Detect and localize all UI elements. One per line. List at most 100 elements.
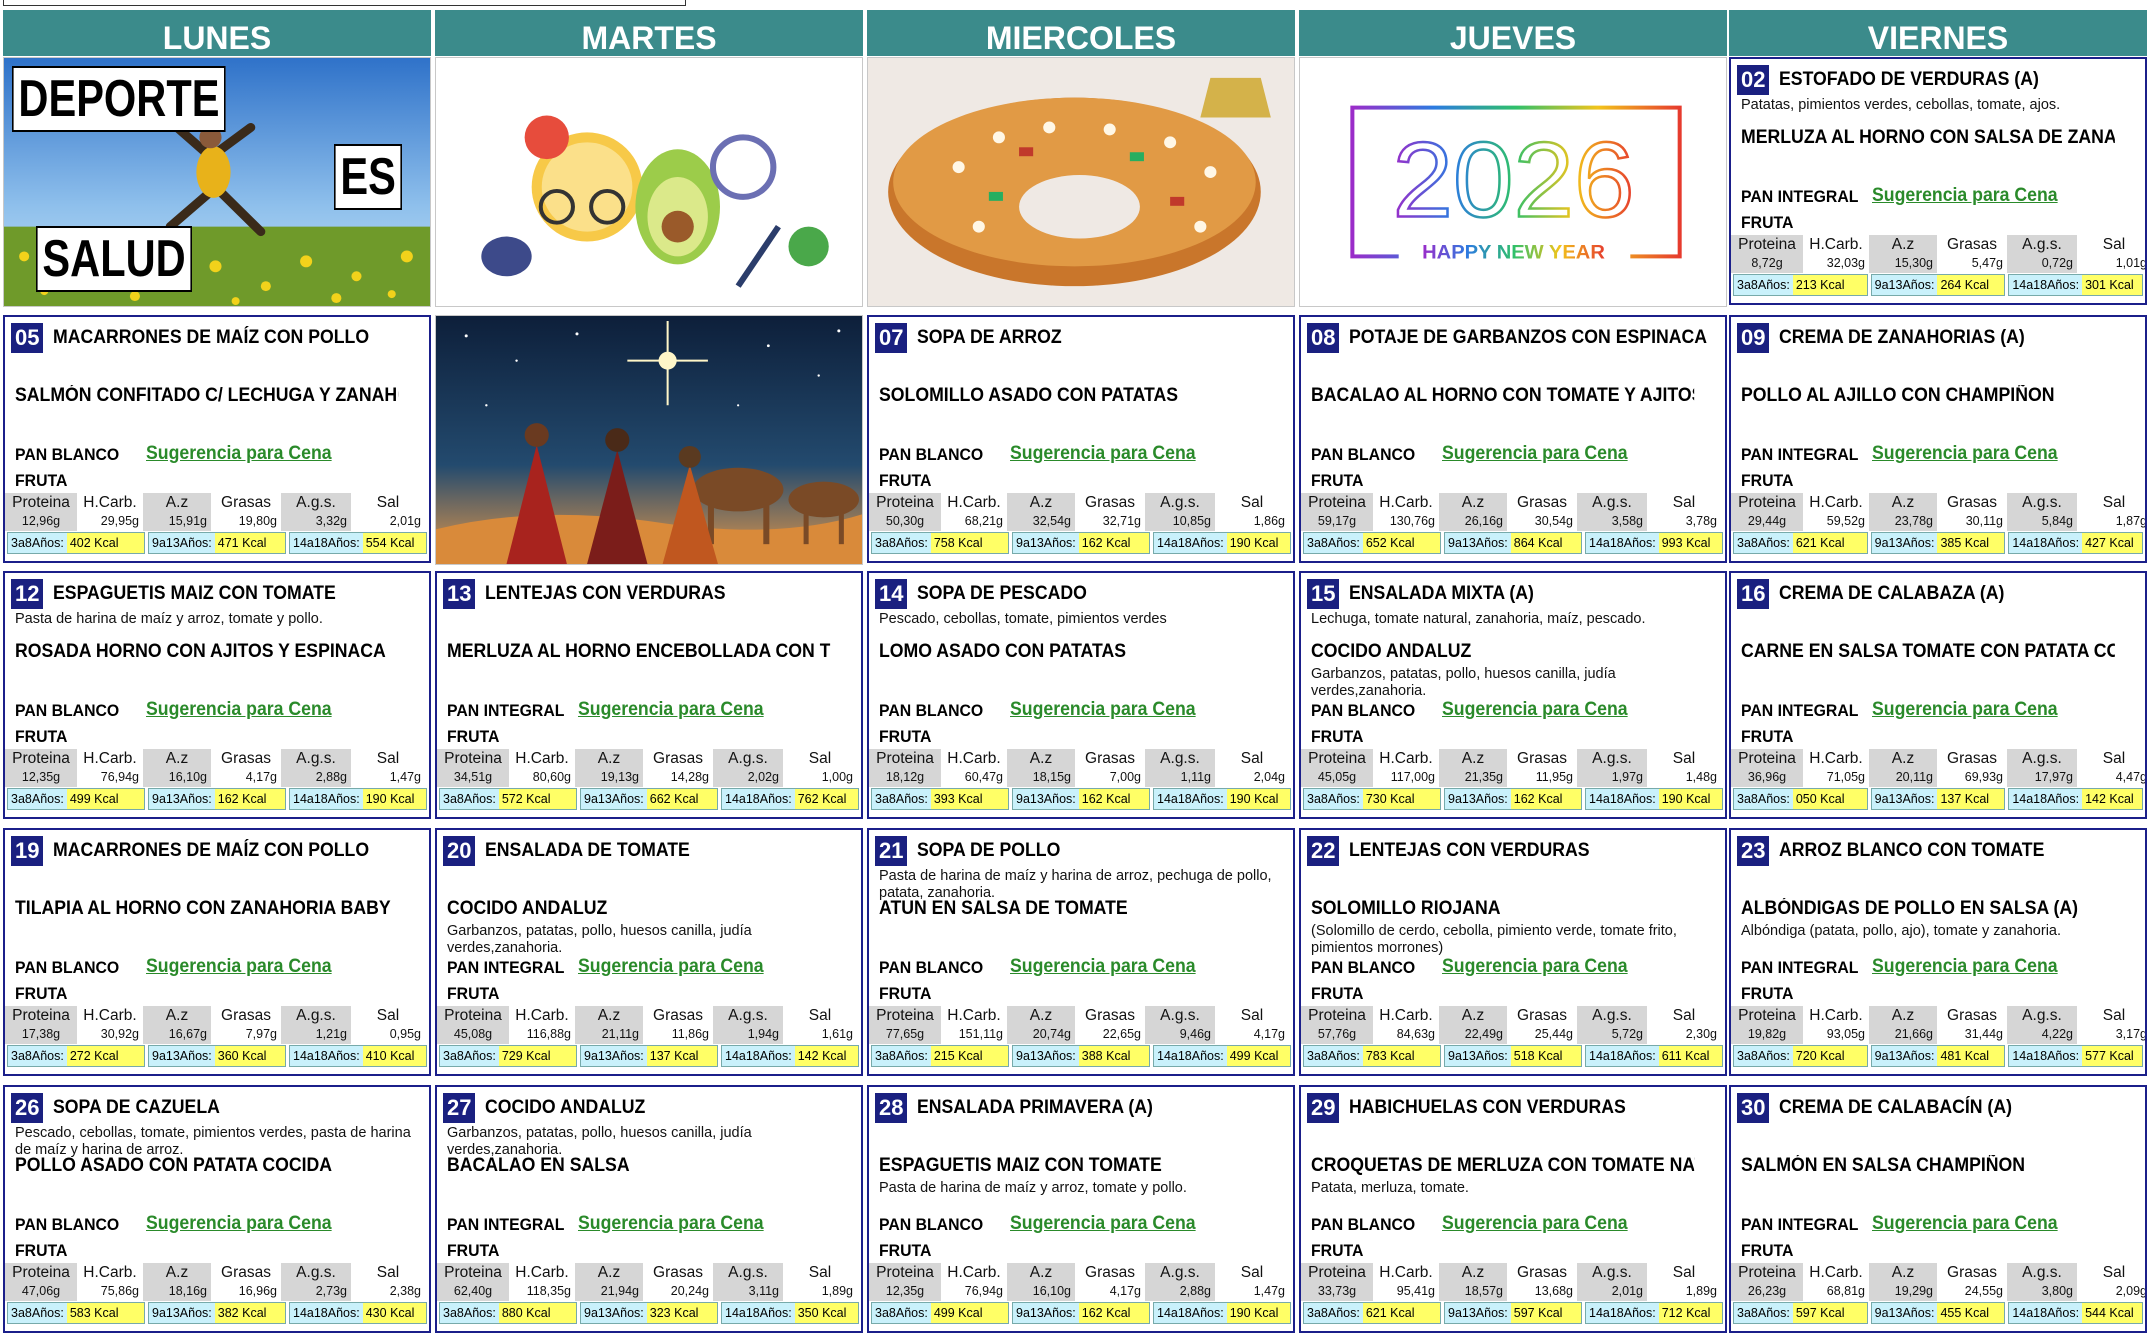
calorie-value: 577 Kcal — [2082, 1046, 2142, 1066]
nutrient-label: Grasas — [221, 1264, 271, 1281]
calorie-value: 142 Kcal — [794, 1046, 858, 1066]
nutrient-value: 19,29g — [1894, 1284, 1933, 1298]
second-course-name: BACALAO AL HORNO CON TOMATE Y AJITOS — [1311, 385, 1695, 406]
nutrition-table: Proteina 47,06g H.Carb. 75,86g A.z 18,16g Gras… — [5, 1263, 429, 1301]
menu-cell-day-26: 26 SOPA DE CAZUELA Pescado, cebollas, toma… — [3, 1085, 431, 1333]
dinner-suggestion-link[interactable]: Sugerencia para Cena — [1442, 443, 1628, 467]
dinner-suggestion-link[interactable]: Sugerencia para Cena — [146, 443, 332, 467]
nutrient-column: Proteina 45,05g — [1301, 749, 1373, 787]
first-course: 02 ESTOFADO DE VERDURAS (A) — [1737, 65, 2141, 95]
first-course-description: Patatas, pimientos verdes, cebollas, tom… — [1741, 97, 2061, 113]
dinner-suggestion-link[interactable]: Sugerencia para Cena — [146, 699, 332, 723]
first-course-name: ARROZ BLANCO CON TOMATE — [1779, 840, 2045, 861]
calorie-box: 3a8Años: 272 Kcal — [7, 1045, 145, 1067]
nutrient-value: 18,12g — [885, 770, 925, 784]
nutrient-value: 33,73g — [1317, 1284, 1357, 1298]
nutrient-column: Grasas 24,55g — [1937, 1263, 2007, 1301]
nutrient-label: H.Carb. — [1809, 494, 1863, 511]
calorie-value: 499 Kcal — [1226, 1046, 1290, 1066]
nutrient-label: A.g.s. — [2022, 1007, 2062, 1024]
nutrient-column: H.Carb. 60,47g — [941, 749, 1007, 787]
nutrient-column: H.Carb. 68,21g — [941, 493, 1007, 531]
dinner-suggestion-link[interactable]: Sugerencia para Cena — [578, 956, 764, 980]
nutrient-value: 57,76g — [1317, 1027, 1357, 1041]
first-course: 05 MACARRONES DE MAÍZ CON POLLO — [11, 323, 425, 353]
calorie-box: 3a8Años: 215 Kcal — [871, 1045, 1009, 1067]
salud-label: SALUD — [36, 226, 193, 292]
age-group-label: 3a8Años: — [1734, 1046, 1793, 1066]
nutrient-value: 5,72g — [1611, 1027, 1643, 1041]
second-course-name: MERLUZA AL HORNO ENCEBOLLADA CON TO — [447, 641, 831, 662]
dinner-suggestion-link[interactable]: Sugerencia para Cena — [1010, 1213, 1196, 1237]
second-course-description: Albóndiga (patata, pollo, ajo), tomate y… — [1741, 923, 2062, 939]
calorie-row: 3a8Años: 583 Kcal 9a13Años: 382 Kcal 14a18Añ… — [7, 1302, 427, 1324]
dinner-suggestion-link[interactable]: Sugerencia para Cena — [146, 956, 332, 980]
nutrient-label: Grasas — [1947, 236, 1997, 253]
bread-type: PAN BLANCO — [15, 1215, 120, 1234]
nutrient-label: Grasas — [1517, 1264, 1567, 1281]
dinner-suggestion-link[interactable]: Sugerencia para Cena — [1010, 956, 1196, 980]
nutrient-label: Sal — [2102, 494, 2126, 511]
dinner-suggestion-link[interactable]: Sugerencia para Cena — [1010, 443, 1196, 467]
nutrient-value: 2,01g — [1611, 1284, 1643, 1298]
dinner-suggestion-link[interactable]: Sugerencia para Cena — [578, 1213, 764, 1237]
first-course: 23 ARROZ BLANCO CON TOMATE — [1737, 836, 2141, 866]
nutrient-column: Sal 1,87g — [2077, 493, 2147, 531]
nutrient-label: Proteina — [1738, 1007, 1796, 1024]
nutrient-label: H.Carb. — [515, 750, 569, 767]
bread-type: PAN BLANCO — [1311, 958, 1416, 977]
calorie-box: 14a18Años: 611 Kcal — [1585, 1045, 1723, 1067]
menu-cell-day-13: 13 LENTEJAS CON VERDURAS MERLUZA AL HORNO … — [435, 571, 863, 819]
nutrient-value: 76,94g — [100, 770, 139, 784]
dessert-fruit: FRUTA — [15, 471, 68, 490]
calorie-value: 382 Kcal — [214, 1303, 285, 1323]
dinner-suggestion-link[interactable]: Sugerencia para Cena — [578, 699, 764, 723]
calorie-row: 3a8Años: 572 Kcal 9a13Años: 662 Kcal 14a18Añ… — [439, 788, 859, 810]
dinner-suggestion-link[interactable]: Sugerencia para Cena — [1442, 1213, 1628, 1237]
nutrient-value: 1,87g — [2115, 514, 2147, 528]
nutrient-label: Grasas — [1085, 494, 1135, 511]
nutrient-label: Grasas — [1947, 750, 1997, 767]
nutrient-column: A.g.s. 3,80g — [2007, 1263, 2077, 1301]
calorie-box: 14a18Años: 430 Kcal — [289, 1302, 427, 1324]
dinner-suggestion-link[interactable]: Sugerencia para Cena — [1872, 443, 2058, 467]
menu-cell-day-19: 19 MACARRONES DE MAÍZ CON POLLO TILAPIA AL… — [3, 828, 431, 1076]
dinner-suggestion-link[interactable]: Sugerencia para Cena — [146, 1213, 332, 1237]
calorie-value: 213 Kcal — [1792, 275, 1867, 295]
bread-type: PAN INTEGRAL — [1741, 187, 1859, 206]
nutrient-label: A.g.s. — [728, 1264, 768, 1281]
dinner-suggestion-link[interactable]: Sugerencia para Cena — [1872, 956, 2058, 980]
nutrient-label: Sal — [1240, 1264, 1264, 1281]
dinner-suggestion-link[interactable]: Sugerencia para Cena — [1872, 699, 2058, 723]
dinner-suggestion-link[interactable]: Sugerencia para Cena — [1872, 1213, 2058, 1237]
nutrient-label: Proteina — [1308, 494, 1366, 511]
nutrient-label: Proteina — [1308, 1007, 1366, 1024]
nutrient-value: 45,05g — [1317, 770, 1357, 784]
nutrient-value: 2,02g — [747, 770, 779, 784]
dinner-suggestion-link[interactable]: Sugerencia para Cena — [1010, 699, 1196, 723]
dessert-fruit: FRUTA — [879, 1241, 932, 1260]
nutrient-label: Sal — [376, 1264, 400, 1281]
calorie-box: 9a13Años: 137 Kcal — [580, 1045, 718, 1067]
nutrient-label: Sal — [376, 1007, 400, 1024]
nutrient-column: H.Carb. 76,94g — [77, 749, 143, 787]
dinner-suggestion-link[interactable]: Sugerencia para Cena — [1872, 185, 2058, 209]
nutrition-table: Proteina 12,96g H.Carb. 29,95g A.z 15,91g Gras… — [5, 493, 429, 531]
dinner-suggestion-link[interactable]: Sugerencia para Cena — [1442, 956, 1628, 980]
nutrition-table: Proteina 50,30g H.Carb. 68,21g A.z 32,54g Gras… — [869, 493, 1293, 531]
calorie-value: 621 Kcal — [1362, 1303, 1440, 1323]
dinner-suggestion-link[interactable]: Sugerencia para Cena — [1442, 699, 1628, 723]
calorie-value: 360 Kcal — [214, 1046, 285, 1066]
nutrient-label: Grasas — [653, 1007, 703, 1024]
second-course-name: ATUN EN SALSA DE TOMATE — [879, 898, 1128, 919]
nutrient-label: A.z — [1461, 1264, 1485, 1281]
first-course: 16 CREMA DE CALABAZA (A) — [1737, 579, 2141, 609]
nutrient-column: A.z 21,66g — [1869, 1006, 1937, 1044]
nutrient-value: 84,63g — [1396, 1027, 1435, 1041]
nutrient-value: 26,23g — [1747, 1284, 1787, 1298]
nutrient-label: Proteina — [444, 1264, 502, 1281]
nutrient-value: 59,52g — [1826, 514, 1865, 528]
nutrient-column: H.Carb. 59,52g — [1803, 493, 1869, 531]
calorie-box: 3a8Años: 050 Kcal — [1733, 788, 1868, 810]
nutrient-label: Grasas — [653, 750, 703, 767]
